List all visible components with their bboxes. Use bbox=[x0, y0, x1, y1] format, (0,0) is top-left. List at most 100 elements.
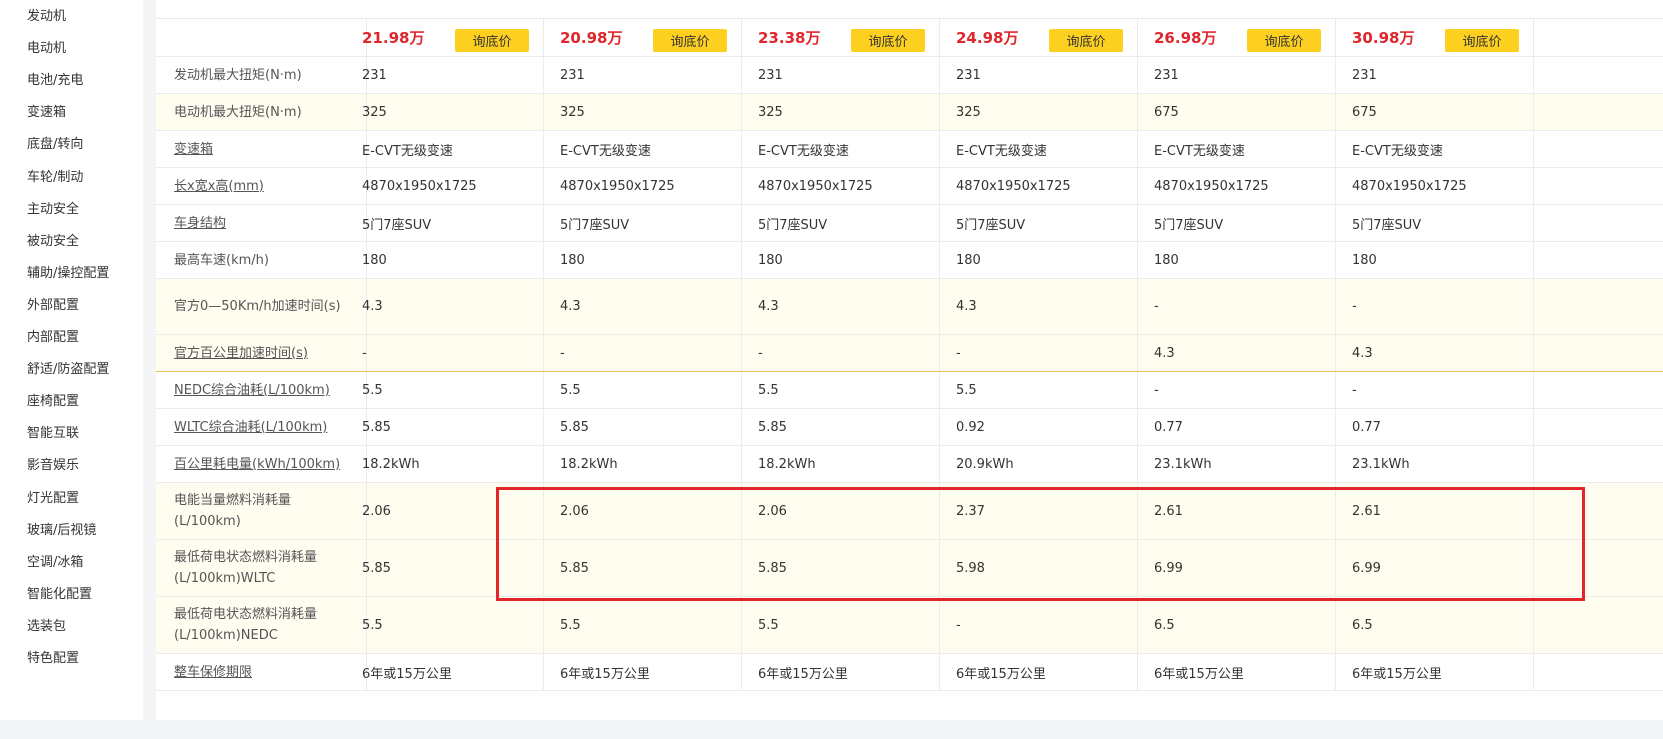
table-cell: 180 bbox=[1336, 242, 1534, 278]
row-label-text: 电能当量燃料消耗量(L/100km) bbox=[174, 493, 292, 529]
row-label[interactable]: 官方百公里加速时间(s) bbox=[156, 335, 367, 371]
table-cell: E-CVT无级变速 bbox=[1336, 131, 1534, 167]
sidebar-item[interactable]: 车轮/制动 bbox=[27, 170, 83, 186]
sidebar-item[interactable]: 特色配置 bbox=[27, 651, 79, 667]
row-label-text[interactable]: 长x宽x高(mm) bbox=[174, 176, 264, 197]
ask-price-button[interactable]: 询底价 bbox=[1247, 29, 1321, 52]
sidebar-item[interactable]: 影音娱乐 bbox=[27, 458, 79, 474]
table-cell: 231 bbox=[1336, 57, 1534, 93]
table-cell: 5.85 bbox=[346, 540, 544, 596]
table-row: 变速箱 E-CVT无级变速 E-CVT无级变速 E-CVT无级变速 E-CVT无级变速 E… bbox=[156, 131, 1663, 168]
sidebar-item[interactable]: 外部配置 bbox=[27, 298, 79, 314]
row-label-text[interactable]: 整车保修期限 bbox=[174, 662, 252, 683]
ask-price-button[interactable]: 询底价 bbox=[1445, 29, 1519, 52]
table-cell: E-CVT无级变速 bbox=[1138, 131, 1336, 167]
sidebar-item[interactable]: 辅助/操控配置 bbox=[27, 266, 109, 282]
row-label[interactable]: 长x宽x高(mm) bbox=[156, 168, 367, 204]
sidebar-item[interactable]: 电池/充电 bbox=[27, 73, 83, 89]
sidebar-item[interactable]: 主动安全 bbox=[27, 202, 79, 218]
row-label-text[interactable]: 车身结构 bbox=[174, 213, 226, 234]
row-label-text[interactable]: NEDC综合油耗(L/100km) bbox=[174, 380, 330, 401]
sidebar-item[interactable]: 舒适/防盗配置 bbox=[27, 362, 109, 378]
table-row: 电动机最大扭矩(N·m) 325 325 325 325 675 675 bbox=[156, 94, 1663, 131]
row-label[interactable]: 车身结构 bbox=[156, 205, 367, 241]
table-cell: 4870x1950x1725 bbox=[742, 168, 940, 204]
table-cell: 325 bbox=[346, 94, 544, 130]
sidebar-item[interactable]: 电动机 bbox=[27, 41, 66, 57]
table-cell: 18.2kWh bbox=[346, 446, 544, 482]
sidebar-item[interactable]: 智能化配置 bbox=[27, 587, 92, 603]
table-cell: 180 bbox=[346, 242, 544, 278]
price-row: 21.98万 询底价 20.98万 询底价 23.38万 询底价 24.98万 询底价 26.9… bbox=[156, 19, 1663, 57]
table-cell: 6年或15万公里 bbox=[1138, 654, 1336, 690]
table-cell: 18.2kWh bbox=[544, 446, 742, 482]
table-row: 最低荷电状态燃料消耗量(L/100km)WLTC 5.85 5.85 5.85 5.98… bbox=[156, 540, 1663, 597]
sidebar-item[interactable]: 智能互联 bbox=[27, 426, 79, 442]
table-cell: 325 bbox=[544, 94, 742, 130]
table-cell: 5门7座SUV bbox=[346, 205, 544, 241]
sidebar-item[interactable]: 底盘/转向 bbox=[27, 137, 83, 153]
row-label[interactable]: WLTC综合油耗(L/100km) bbox=[156, 409, 367, 445]
sidebar-item[interactable]: 内部配置 bbox=[27, 330, 79, 346]
sidebar-item[interactable]: 被动安全 bbox=[27, 234, 79, 250]
row-label-text: 官方0—50Km/h加速时间(s) bbox=[174, 299, 341, 314]
price-cell: 23.38万 询底价 bbox=[742, 19, 940, 56]
sidebar-item[interactable]: 玻璃/后视镜 bbox=[27, 523, 96, 539]
row-label-text[interactable]: 百公里耗电量(kWh/100km) bbox=[174, 454, 340, 475]
price-cell: 20.98万 询底价 bbox=[544, 19, 742, 56]
ask-price-button[interactable]: 询底价 bbox=[653, 29, 727, 52]
table-row: 车身结构 5门7座SUV 5门7座SUV 5门7座SUV 5门7座SUV 5门7座SUV 5… bbox=[156, 205, 1663, 242]
table-cell: 20.9kWh bbox=[940, 446, 1138, 482]
row-label-text: 最低荷电状态燃料消耗量(L/100km)WLTC bbox=[174, 550, 318, 586]
ask-price-button[interactable]: 询底价 bbox=[1049, 29, 1123, 52]
table-cell: 5.5 bbox=[940, 372, 1138, 408]
table-cell: 180 bbox=[544, 242, 742, 278]
table-cell: 180 bbox=[742, 242, 940, 278]
ask-price-button[interactable]: 询底价 bbox=[851, 29, 925, 52]
table-cell: 5门7座SUV bbox=[742, 205, 940, 241]
table-cell: - bbox=[1138, 279, 1336, 334]
table-cell: 5.5 bbox=[742, 372, 940, 408]
sidebar-item[interactable]: 座椅配置 bbox=[27, 394, 79, 410]
table-row: WLTC综合油耗(L/100km) 5.85 5.85 5.85 0.92 0.77 0.7… bbox=[156, 409, 1663, 446]
table-cell: 2.61 bbox=[1336, 483, 1534, 539]
table-cell: 2.06 bbox=[742, 483, 940, 539]
sidebar-item[interactable]: 选装包 bbox=[27, 619, 66, 635]
table-cell: 5门7座SUV bbox=[940, 205, 1138, 241]
table-cell: 2.06 bbox=[544, 483, 742, 539]
table-row: NEDC综合油耗(L/100km) 5.5 5.5 5.5 5.5- - bbox=[156, 372, 1663, 409]
table-cell: E-CVT无级变速 bbox=[742, 131, 940, 167]
table-cell: - bbox=[1336, 279, 1534, 334]
table-cell: 6年或15万公里 bbox=[940, 654, 1138, 690]
row-label: 发动机最大扭矩(N·m) bbox=[156, 57, 367, 93]
table-cell: 5.5 bbox=[346, 372, 544, 408]
table-cell: - bbox=[1138, 372, 1336, 408]
price-value: 30.98万 bbox=[1352, 29, 1415, 47]
row-label[interactable]: 百公里耗电量(kWh/100km) bbox=[156, 446, 367, 482]
table-cell: 6年或15万公里 bbox=[346, 654, 544, 690]
row-label: 最高车速(km/h) bbox=[156, 242, 367, 278]
row-label[interactable]: NEDC综合油耗(L/100km) bbox=[156, 372, 367, 408]
row-label[interactable]: 变速箱 bbox=[156, 131, 367, 167]
table-cell: - bbox=[346, 335, 544, 371]
row-label: 官方0—50Km/h加速时间(s) bbox=[156, 279, 367, 334]
sidebar-item[interactable]: 发动机 bbox=[27, 9, 66, 25]
table-cell: 6.99 bbox=[1336, 540, 1534, 596]
table-cell: 5门7座SUV bbox=[544, 205, 742, 241]
table-cell: 325 bbox=[742, 94, 940, 130]
table-cell: 325 bbox=[940, 94, 1138, 130]
price-value: 20.98万 bbox=[560, 29, 623, 47]
price-cell: 30.98万 询底价 bbox=[1336, 19, 1534, 56]
row-label-text[interactable]: 官方百公里加速时间(s) bbox=[174, 343, 308, 364]
table-row: 官方0—50Km/h加速时间(s) 4.3 4.3 4.3 4.3- - bbox=[156, 279, 1663, 335]
sidebar-item[interactable]: 灯光配置 bbox=[27, 491, 79, 507]
table-cell: 675 bbox=[1336, 94, 1534, 130]
sidebar-item[interactable]: 变速箱 bbox=[27, 105, 66, 121]
row-label-text[interactable]: WLTC综合油耗(L/100km) bbox=[174, 417, 327, 438]
row-label-text[interactable]: 变速箱 bbox=[174, 139, 213, 160]
table-cell: 231 bbox=[346, 57, 544, 93]
ask-price-button[interactable]: 询底价 bbox=[455, 29, 529, 52]
sidebar-item[interactable]: 空调/冰箱 bbox=[27, 555, 83, 571]
row-label[interactable]: 整车保修期限 bbox=[156, 654, 367, 690]
table-cell: 2.61 bbox=[1138, 483, 1336, 539]
